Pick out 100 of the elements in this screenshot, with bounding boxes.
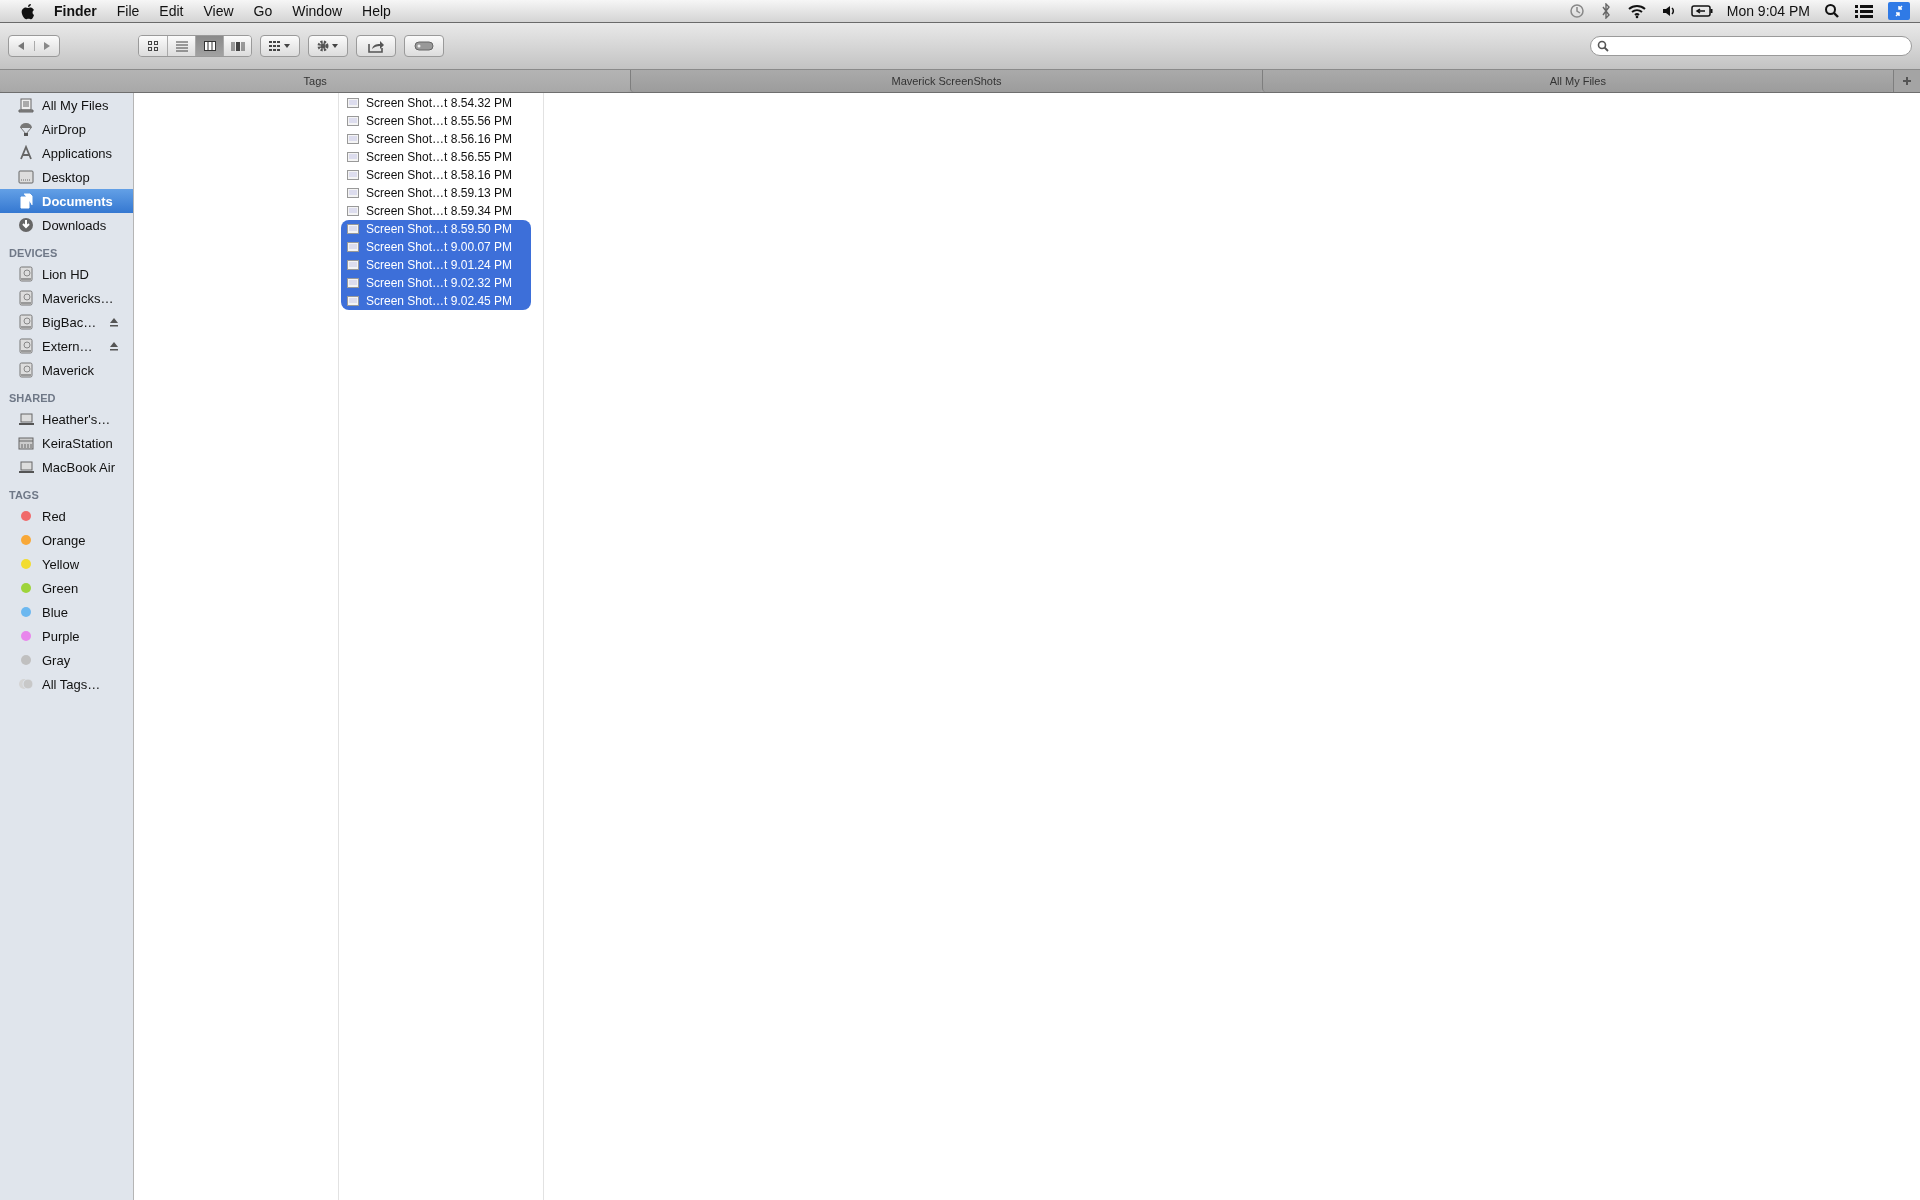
- forward-icon: [42, 41, 51, 51]
- speaker-icon[interactable]: [1660, 3, 1677, 19]
- tag-dot-icon: [20, 630, 32, 642]
- pill-icon: [414, 41, 434, 51]
- search-field[interactable]: [1590, 36, 1912, 56]
- sidebar-item[interactable]: All Tags…: [0, 672, 133, 696]
- sidebar-item[interactable]: Blue: [0, 600, 133, 624]
- section-heading: DEVICES: [8, 246, 58, 261]
- image-file-icon: [347, 151, 359, 163]
- add-icon[interactable]: [1902, 76, 1912, 86]
- screenshot-entry[interactable]: Screen Shot…t 9.02.32 PM: [341, 274, 531, 292]
- sidebar-item[interactable]: AirDrop: [0, 117, 133, 141]
- arrange-icon: [268, 40, 292, 52]
- parachute-icon: [18, 121, 34, 137]
- screenshot-entry[interactable]: Screen Shot…t 9.01.24 PM: [341, 256, 531, 274]
- screenshot-entry[interactable]: Screen Shot…t 8.56.55 PM: [341, 148, 531, 166]
- coverflow-view-button[interactable]: [223, 36, 251, 56]
- menu-item[interactable]: Help: [352, 3, 401, 19]
- image-file-icon: [347, 169, 359, 181]
- image-file-icon: [347, 205, 359, 217]
- menu-clock[interactable]: Mon 9:04 PM: [1726, 3, 1810, 19]
- tab[interactable]: Maverick ScreenShots: [630, 70, 1262, 92]
- sidebar-item[interactable]: Gray: [0, 648, 133, 672]
- search-icon: [1597, 40, 1609, 52]
- back-forward-button[interactable]: [8, 35, 60, 57]
- sidebar-item[interactable]: Red: [0, 504, 133, 528]
- image-file-icon: [347, 115, 359, 127]
- app-menu[interactable]: Finder: [36, 3, 107, 19]
- screenshot-entry[interactable]: Screen Shot…t 8.59.34 PM: [341, 202, 531, 220]
- laptop-icon: [18, 411, 34, 427]
- column-view-icon: [202, 39, 217, 53]
- menu-item[interactable]: Go: [243, 3, 283, 19]
- wifi-icon[interactable]: [1626, 3, 1647, 19]
- list-view-icon: [174, 39, 189, 53]
- files-icon: [18, 97, 34, 113]
- document-icon: [18, 193, 34, 209]
- action-button[interactable]: [308, 35, 348, 57]
- tab[interactable]: All My Files: [1261, 70, 1893, 92]
- tag-button[interactable]: [404, 35, 444, 57]
- screenshot-entry[interactable]: Screen Shot…t 8.59.13 PM: [341, 184, 531, 202]
- screenshot-entry[interactable]: Screen Shot…t 8.54.32 PM: [341, 94, 531, 112]
- sidebar-item[interactable]: Downloads: [0, 213, 133, 237]
- image-file-icon: [347, 277, 359, 289]
- laptop-icon: [18, 459, 34, 475]
- eject-icon[interactable]: [109, 317, 119, 327]
- tag-dot-icon: [20, 654, 32, 666]
- image-file-icon: [347, 295, 359, 307]
- image-file-icon: [347, 241, 359, 253]
- sidebar-item[interactable]: Lion HD: [0, 262, 133, 286]
- fullscreen-icon[interactable]: [1888, 2, 1910, 20]
- sidebar-item[interactable]: Yellow: [0, 552, 133, 576]
- back-icon: [17, 41, 26, 51]
- screenshot-entry[interactable]: Screen Shot…t 9.02.45 PM: [341, 292, 531, 310]
- sidebar-item[interactable]: Mavericks…: [0, 286, 133, 310]
- menu-item[interactable]: Edit: [149, 3, 194, 19]
- image-file-icon: [347, 259, 359, 271]
- screenshot-entry[interactable]: Screen Shot…t 8.55.56 PM: [341, 112, 531, 130]
- sidebar-item[interactable]: Orange: [0, 528, 133, 552]
- sidebar-item[interactable]: Extern…: [0, 334, 133, 358]
- screenshot-entry[interactable]: Screen Shot…t 9.00.07 PM: [341, 238, 531, 256]
- tag-dot-icon: [20, 534, 32, 546]
- sidebar-item[interactable]: Heather's…: [0, 407, 133, 431]
- screenshot-entry[interactable]: Screen Shot…t 8.56.16 PM: [341, 130, 531, 148]
- sidebar-item[interactable]: Desktop: [0, 165, 133, 189]
- clock-icon[interactable]: [1568, 3, 1585, 19]
- menu-item[interactable]: View: [193, 3, 244, 19]
- share-button[interactable]: [356, 35, 396, 57]
- icon-view-icon: [146, 39, 160, 53]
- tab[interactable]: Tags: [0, 70, 631, 92]
- sidebar-item[interactable]: Maverick: [0, 358, 133, 382]
- gear-icon: [316, 39, 340, 53]
- section-heading: SHARED: [8, 391, 56, 406]
- sidebar-item[interactable]: Applications: [0, 141, 133, 165]
- menu-item[interactable]: Window: [282, 3, 353, 19]
- sidebar-item[interactable]: BigBac…: [0, 310, 133, 334]
- share-icon: [367, 39, 385, 53]
- arrange-button[interactable]: [260, 35, 300, 57]
- apple-icon: [20, 2, 36, 20]
- desktop-icon: [18, 169, 34, 185]
- sidebar-item[interactable]: MacBook Air: [0, 455, 133, 479]
- sidebar-item[interactable]: KeiraStation: [0, 431, 133, 455]
- tag-dot-icon: [20, 606, 32, 618]
- sidebar-item[interactable]: All My Files: [0, 93, 133, 117]
- menu-item[interactable]: File: [106, 3, 150, 19]
- column-view-button[interactable]: [195, 36, 223, 56]
- search-icon[interactable]: [1824, 3, 1840, 19]
- sidebar-item[interactable]: Documents: [0, 189, 133, 213]
- screenshot-entry[interactable]: Screen Shot…t 8.59.50 PM: [341, 220, 531, 238]
- sidebar-item[interactable]: Green: [0, 576, 133, 600]
- screenshot-entry[interactable]: Screen Shot…t 8.58.16 PM: [341, 166, 531, 184]
- image-file-icon: [347, 187, 359, 199]
- sidebar-item[interactable]: Purple: [0, 624, 133, 648]
- tag-dot-icon: [20, 510, 32, 522]
- eject-icon[interactable]: [109, 341, 119, 351]
- icon-view-button[interactable]: [139, 36, 167, 56]
- server-icon: [18, 435, 34, 451]
- tag-dot-icon: [20, 558, 32, 570]
- download-icon: [18, 217, 34, 233]
- list-icon[interactable]: [1854, 3, 1874, 19]
- battery-icon[interactable]: [1690, 4, 1713, 18]
